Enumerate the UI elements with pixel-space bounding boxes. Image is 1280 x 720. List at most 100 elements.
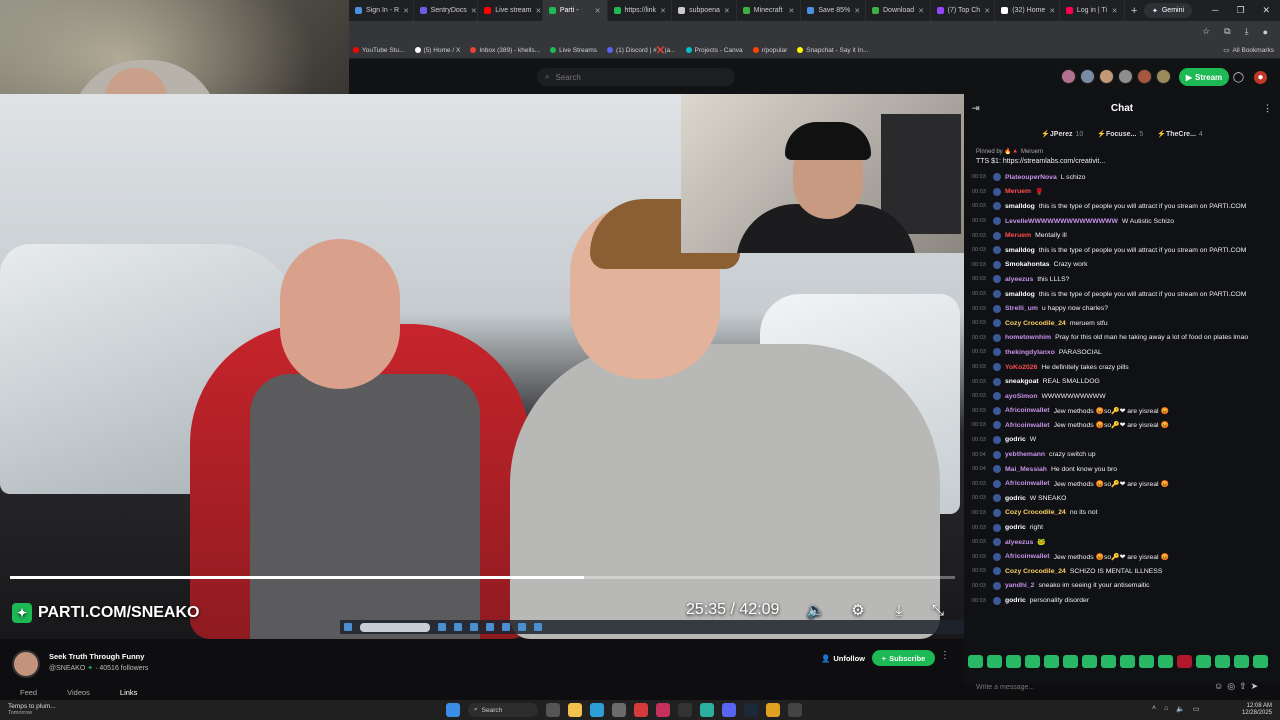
chrome-icon[interactable] <box>766 703 780 717</box>
following-avatar[interactable] <box>1137 69 1152 84</box>
message-username[interactable]: alyeezus <box>1005 539 1033 546</box>
tab-close-icon[interactable]: ✕ <box>984 7 990 15</box>
chat-message[interactable]: 00:03 YoKo2026 He definitely takes crazy p… <box>972 360 1280 375</box>
message-username[interactable]: hometownhim <box>1005 334 1051 341</box>
message-username[interactable]: YoKo2026 <box>1005 364 1037 371</box>
emote-icon[interactable] <box>1101 655 1116 668</box>
emote-icon[interactable] <box>968 655 983 668</box>
browser-tab[interactable]: Minecraft ✕ <box>737 0 802 21</box>
message-username[interactable]: thekingdylanxo <box>1005 349 1055 356</box>
chat-message[interactable]: 00:04 Mai_Messiah He dont know you bro <box>972 462 1280 477</box>
chat-message[interactable]: 00:04 yebthemann crazy switch up <box>972 447 1280 462</box>
video-progress-track[interactable] <box>10 576 955 579</box>
emote-icon[interactable] <box>1120 655 1135 668</box>
message-username[interactable]: LevelleWWWWWWWWWWWWWW <box>1005 218 1118 225</box>
chat-message[interactable]: 00:03 Meruem 🌹 <box>972 185 1280 200</box>
app-icon[interactable] <box>634 703 648 717</box>
chat-message[interactable]: 00:03 godric right <box>972 520 1280 535</box>
tab-close-icon[interactable]: ✕ <box>535 7 541 15</box>
leaderboard-entry[interactable]: ⚡Focuse... 5 <box>1097 130 1143 138</box>
bookmark-item[interactable]: (1) Discord | #❌|a... <box>607 46 676 54</box>
chevron-up-icon[interactable]: ˄ <box>1152 705 1156 713</box>
bookmark-item[interactable]: YouTube Stu... <box>353 47 405 54</box>
network-icon[interactable]: ⌂ <box>1164 705 1168 713</box>
chat-message[interactable]: 00:03 Africoinwallet Jew methods 😡so🔑❤ are… <box>972 404 1280 419</box>
chat-message[interactable]: 00:03 Africoinwallet Jew methods 😡so🔑❤ are… <box>972 418 1280 433</box>
chat-message[interactable]: 00:03 smalldog this is the type of people … <box>972 199 1280 214</box>
browser-tab[interactable]: subpoena ✕ <box>672 0 737 21</box>
bookmark-item[interactable]: Inbox (389) - khells... <box>470 47 540 54</box>
chat-message[interactable]: 00:03 Strelli_um u happy now charles? <box>972 301 1280 316</box>
subscribe-button[interactable]: + Subscribe <box>872 650 935 666</box>
chat-menu-icon[interactable]: ⋮ <box>1263 103 1272 114</box>
message-username[interactable]: smalldog <box>1005 247 1035 254</box>
emote-icon[interactable] <box>1177 655 1192 668</box>
channel-tab[interactable]: Videos <box>67 688 90 697</box>
tab-close-icon[interactable]: ✕ <box>918 7 924 15</box>
following-avatar[interactable] <box>1080 69 1095 84</box>
browser-tab[interactable]: https://link ✕ <box>608 0 673 21</box>
close-icon[interactable]: ✕ <box>1263 5 1271 16</box>
all-bookmarks-button[interactable]: ▭ All Bookmarks <box>1223 46 1280 55</box>
browser-tab[interactable]: Download ✕ <box>866 0 931 21</box>
chat-message[interactable]: 00:03 sneakgoat REAL SMALLDOG <box>972 374 1280 389</box>
unfollow-button[interactable]: 👤 Unfollow <box>815 650 871 666</box>
stream-button[interactable]: ▶ Stream <box>1179 68 1229 86</box>
following-avatar[interactable] <box>1156 69 1171 84</box>
maximize-icon[interactable]: ❐ <box>1236 5 1244 16</box>
emote-icon[interactable] <box>1044 655 1059 668</box>
video-player[interactable]: ✦ PARTI.COM/SNEAKO 25:35 / 42:09 🔈 ⚙ ⤓ ⤡ <box>0 94 964 639</box>
capcut-icon[interactable] <box>678 703 692 717</box>
tab-close-icon[interactable]: ✕ <box>724 7 730 15</box>
gemini-button[interactable]: ✦ Gemini <box>1143 3 1193 18</box>
message-username[interactable]: godric <box>1005 524 1026 531</box>
discord-icon[interactable] <box>722 703 736 717</box>
emote-icon[interactable] <box>1063 655 1078 668</box>
battery-icon[interactable]: ▭ <box>1193 705 1200 713</box>
chat-message[interactable]: 00:03 LevelleWWWWWWWWWWWWWW W Autistic Sch… <box>972 214 1280 229</box>
message-username[interactable]: Smokahontas <box>1005 261 1050 268</box>
message-username[interactable]: Meruem <box>1005 232 1031 239</box>
message-username[interactable]: godric <box>1005 495 1026 502</box>
chat-message[interactable]: 00:03 yandhi_2 sneako im seeing it your an… <box>972 579 1280 594</box>
chat-message[interactable]: 00:03 godric W <box>972 433 1280 448</box>
message-username[interactable]: godric <box>1005 597 1026 604</box>
minimize-icon[interactable]: ─ <box>1212 5 1218 16</box>
settings-gear-icon[interactable]: ⚙ <box>848 601 868 621</box>
profile-icon[interactable]: ● <box>1263 27 1268 37</box>
tab-close-icon[interactable]: ✕ <box>595 7 601 15</box>
message-username[interactable]: ayoSimon <box>1005 393 1037 400</box>
chat-message[interactable]: 00:03 Cozy Crocodile_24 SCHIZO IS MENTAL I… <box>972 564 1280 579</box>
tab-close-icon[interactable]: ✕ <box>789 7 795 15</box>
profile-avatar[interactable]: ● <box>1254 71 1267 84</box>
send-icon[interactable]: ➤ <box>1251 681 1259 692</box>
site-search-input[interactable]: ⌕ Search <box>537 68 735 86</box>
chat-message[interactable]: 00:03 Smokahontas Crazy work <box>972 258 1280 273</box>
bookmark-item[interactable]: r/popular <box>752 47 787 54</box>
taskbar-search[interactable]: ⌕ Search <box>468 703 538 717</box>
bookmark-item[interactable]: (5) Home / X <box>414 47 460 54</box>
message-username[interactable]: Africoinwallet <box>1005 407 1050 414</box>
message-username[interactable]: Africoinwallet <box>1005 553 1050 560</box>
messages-icon[interactable]: ◯ <box>1232 71 1245 84</box>
tab-close-icon[interactable]: ✕ <box>403 7 409 15</box>
browser-tab[interactable]: SentryDocs ✕ <box>414 0 479 21</box>
chat-message[interactable]: 00:03 godric W SNEAKO <box>972 491 1280 506</box>
channel-tab[interactable]: Links <box>120 688 138 697</box>
emote-icon[interactable] <box>987 655 1002 668</box>
message-username[interactable]: Africoinwallet <box>1005 480 1050 487</box>
browser-tab[interactable]: Sign In - R ✕ <box>349 0 414 21</box>
gif-icon[interactable]: ◎ <box>1227 681 1235 692</box>
message-username[interactable]: yandhi_2 <box>1005 582 1034 589</box>
chat-message[interactable]: 00:03 alyeezus 🐸 <box>972 535 1280 550</box>
message-username[interactable]: Cozy Crocodile_24 <box>1005 509 1066 516</box>
browser-tab[interactable]: (32) Home ✕ <box>995 0 1060 21</box>
browser-tab[interactable]: Log in | Ti ✕ <box>1060 0 1125 21</box>
app-icon[interactable] <box>700 703 714 717</box>
tab-close-icon[interactable]: ✕ <box>854 7 860 15</box>
chat-message[interactable]: 00:03 thekingdylanxo PARASOCIAL <box>972 345 1280 360</box>
tip-icon[interactable]: ⇧ <box>1239 681 1247 692</box>
message-username[interactable]: Meruem <box>1005 188 1031 195</box>
browser-tab[interactable]: Save 85% ✕ <box>801 0 866 21</box>
new-tab-button[interactable]: + <box>1125 5 1144 17</box>
